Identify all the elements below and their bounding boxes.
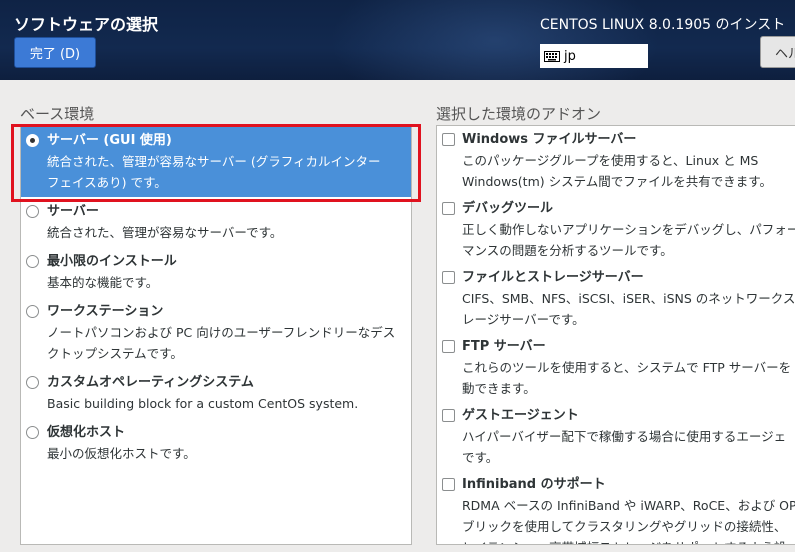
env-item-desc: 統合された、管理が容易なサーバー (グラフィカルインター <box>47 154 381 169</box>
addon-item-name: Infiniband のサポート <box>462 477 606 492</box>
addon-item-file-storage-server[interactable]: ファイルとストレージサーバー CIFS、SMB、NFS、iSCSI、iSER、i… <box>437 264 795 333</box>
addon-item-desc: これらのツールを使用すると、システムで FTP サーバーを <box>462 360 792 375</box>
checkbox[interactable] <box>442 202 455 215</box>
addon-item-desc: ハイパーバイザー配下で稼働する場合に使用するエージェ <box>462 429 787 444</box>
addon-item-desc: です。 <box>462 450 499 465</box>
env-item-minimal[interactable]: 最小限のインストール 基本的な機能です。 <box>21 247 411 297</box>
addon-item-name: デバッグツール <box>462 201 554 216</box>
env-item-name: サーバー (GUI 使用) <box>47 133 172 148</box>
addon-item-windows-file-server[interactable]: Windows ファイルサーバー このパッケージグループを使用すると、Linux… <box>437 126 795 195</box>
env-item-server[interactable]: サーバー 統合された、管理が容易なサーバーです。 <box>21 197 411 247</box>
env-item-desc: Basic building block for a custom CentOS… <box>47 396 359 411</box>
addon-item-desc: レージサーバーです。 <box>462 312 585 327</box>
radio-button[interactable] <box>26 205 39 218</box>
env-item-workstation[interactable]: ワークステーション ノートパソコンおよび PC 向けのユーザーフレンドリーなデス… <box>21 297 411 368</box>
addon-item-name: ゲストエージェント <box>462 408 579 423</box>
addon-item-desc: RDMA ベースの InfiniBand や iWARP、RoCE、および OP… <box>462 498 795 513</box>
env-item-desc: 最小の仮想化ホストです。 <box>47 446 196 461</box>
header-bar: ソフトウェアの選択 完了 (D) CENTOS LINUX 8.0.1905 の… <box>0 0 795 80</box>
env-item-desc: ノートパソコンおよび PC 向けのユーザーフレンドリーなデス <box>47 325 396 340</box>
env-item-desc: 統合された、管理が容易なサーバーです。 <box>47 225 283 240</box>
keyboard-icon <box>544 50 560 62</box>
env-item-desc: フェイスあり) です。 <box>47 175 167 190</box>
addon-item-infiniband[interactable]: Infiniband のサポート RDMA ベースの InfiniBand や … <box>437 471 795 544</box>
product-name: CENTOS LINUX 8.0.1905 のインスト <box>540 17 786 33</box>
radio-button[interactable] <box>26 255 39 268</box>
env-item-desc: クトップシステムです。 <box>47 346 183 361</box>
addon-item-ftp-server[interactable]: FTP サーバー これらのツールを使用すると、システムで FTP サーバーを 動… <box>437 333 795 402</box>
page-title: ソフトウェアの選択 <box>14 15 159 34</box>
radio-button[interactable] <box>26 305 39 318</box>
addon-item-desc: マンスの問題を分析するツールです。 <box>462 243 673 258</box>
addon-item-name: FTP サーバー <box>462 339 546 354</box>
addon-item-guest-agent[interactable]: ゲストエージェント ハイパーバイザー配下で稼働する場合に使用するエージェ です。 <box>437 402 795 471</box>
addon-item-desc: Windows(tm) システム間でファイルを共有できます。 <box>462 174 772 189</box>
base-environment-list: サーバー (GUI 使用) 統合された、管理が容易なサーバー (グラフィカルイン… <box>20 125 412 545</box>
checkbox[interactable] <box>442 478 455 491</box>
help-button[interactable]: ヘル <box>760 36 795 68</box>
checkbox[interactable] <box>442 133 455 146</box>
base-environment-title: ベース環境 <box>20 105 95 123</box>
addon-item-desc: レイテンシー、高帯域幅ストレージをサポートするよう設 <box>462 537 795 544</box>
keyboard-layout-label: jp <box>564 48 576 64</box>
addons-list: Windows ファイルサーバー このパッケージグループを使用すると、Linux… <box>436 125 795 545</box>
addon-item-desc: ブリックを使用してクラスタリングやグリッドの接続性、 <box>462 519 787 534</box>
env-item-desc: 基本的な機能です。 <box>47 275 159 290</box>
addon-item-desc: このパッケージグループを使用すると、Linux と MS <box>462 153 759 168</box>
env-item-virtualization-host[interactable]: 仮想化ホスト 最小の仮想化ホストです。 <box>21 418 411 468</box>
addon-item-desc: CIFS、SMB、NFS、iSCSI、iSER、iSNS のネットワークス <box>462 291 795 306</box>
done-button[interactable]: 完了 (D) <box>14 37 96 68</box>
env-item-name: サーバー <box>47 204 99 219</box>
addon-item-desc: 正しく動作しないアプリケーションをデバッグし、パフォー <box>462 222 795 237</box>
radio-button[interactable] <box>26 376 39 389</box>
keyboard-layout-indicator[interactable]: jp <box>540 44 648 68</box>
addon-item-name: Windows ファイルサーバー <box>462 132 637 147</box>
checkbox[interactable] <box>442 340 455 353</box>
header-glow <box>330 0 660 80</box>
env-item-name: ワークステーション <box>47 304 164 319</box>
checkbox[interactable] <box>442 271 455 284</box>
checkbox[interactable] <box>442 409 455 422</box>
env-item-custom-os[interactable]: カスタムオペレーティングシステム Basic building block fo… <box>21 368 411 418</box>
addon-item-debug-tools[interactable]: デバッグツール 正しく動作しないアプリケーションをデバッグし、パフォー マンスの… <box>437 195 795 264</box>
addons-title: 選択した環境のアドオン <box>436 105 602 123</box>
addon-item-name: ファイルとストレージサーバー <box>462 270 644 285</box>
radio-button[interactable] <box>26 134 39 147</box>
env-item-name: 仮想化ホスト <box>47 425 126 440</box>
env-item-name: 最小限のインストール <box>47 254 177 269</box>
addon-item-desc: 動できます。 <box>462 381 536 396</box>
env-item-server-gui[interactable]: サーバー (GUI 使用) 統合された、管理が容易なサーバー (グラフィカルイン… <box>21 126 411 197</box>
env-item-name: カスタムオペレーティングシステム <box>47 375 254 390</box>
radio-button[interactable] <box>26 426 39 439</box>
